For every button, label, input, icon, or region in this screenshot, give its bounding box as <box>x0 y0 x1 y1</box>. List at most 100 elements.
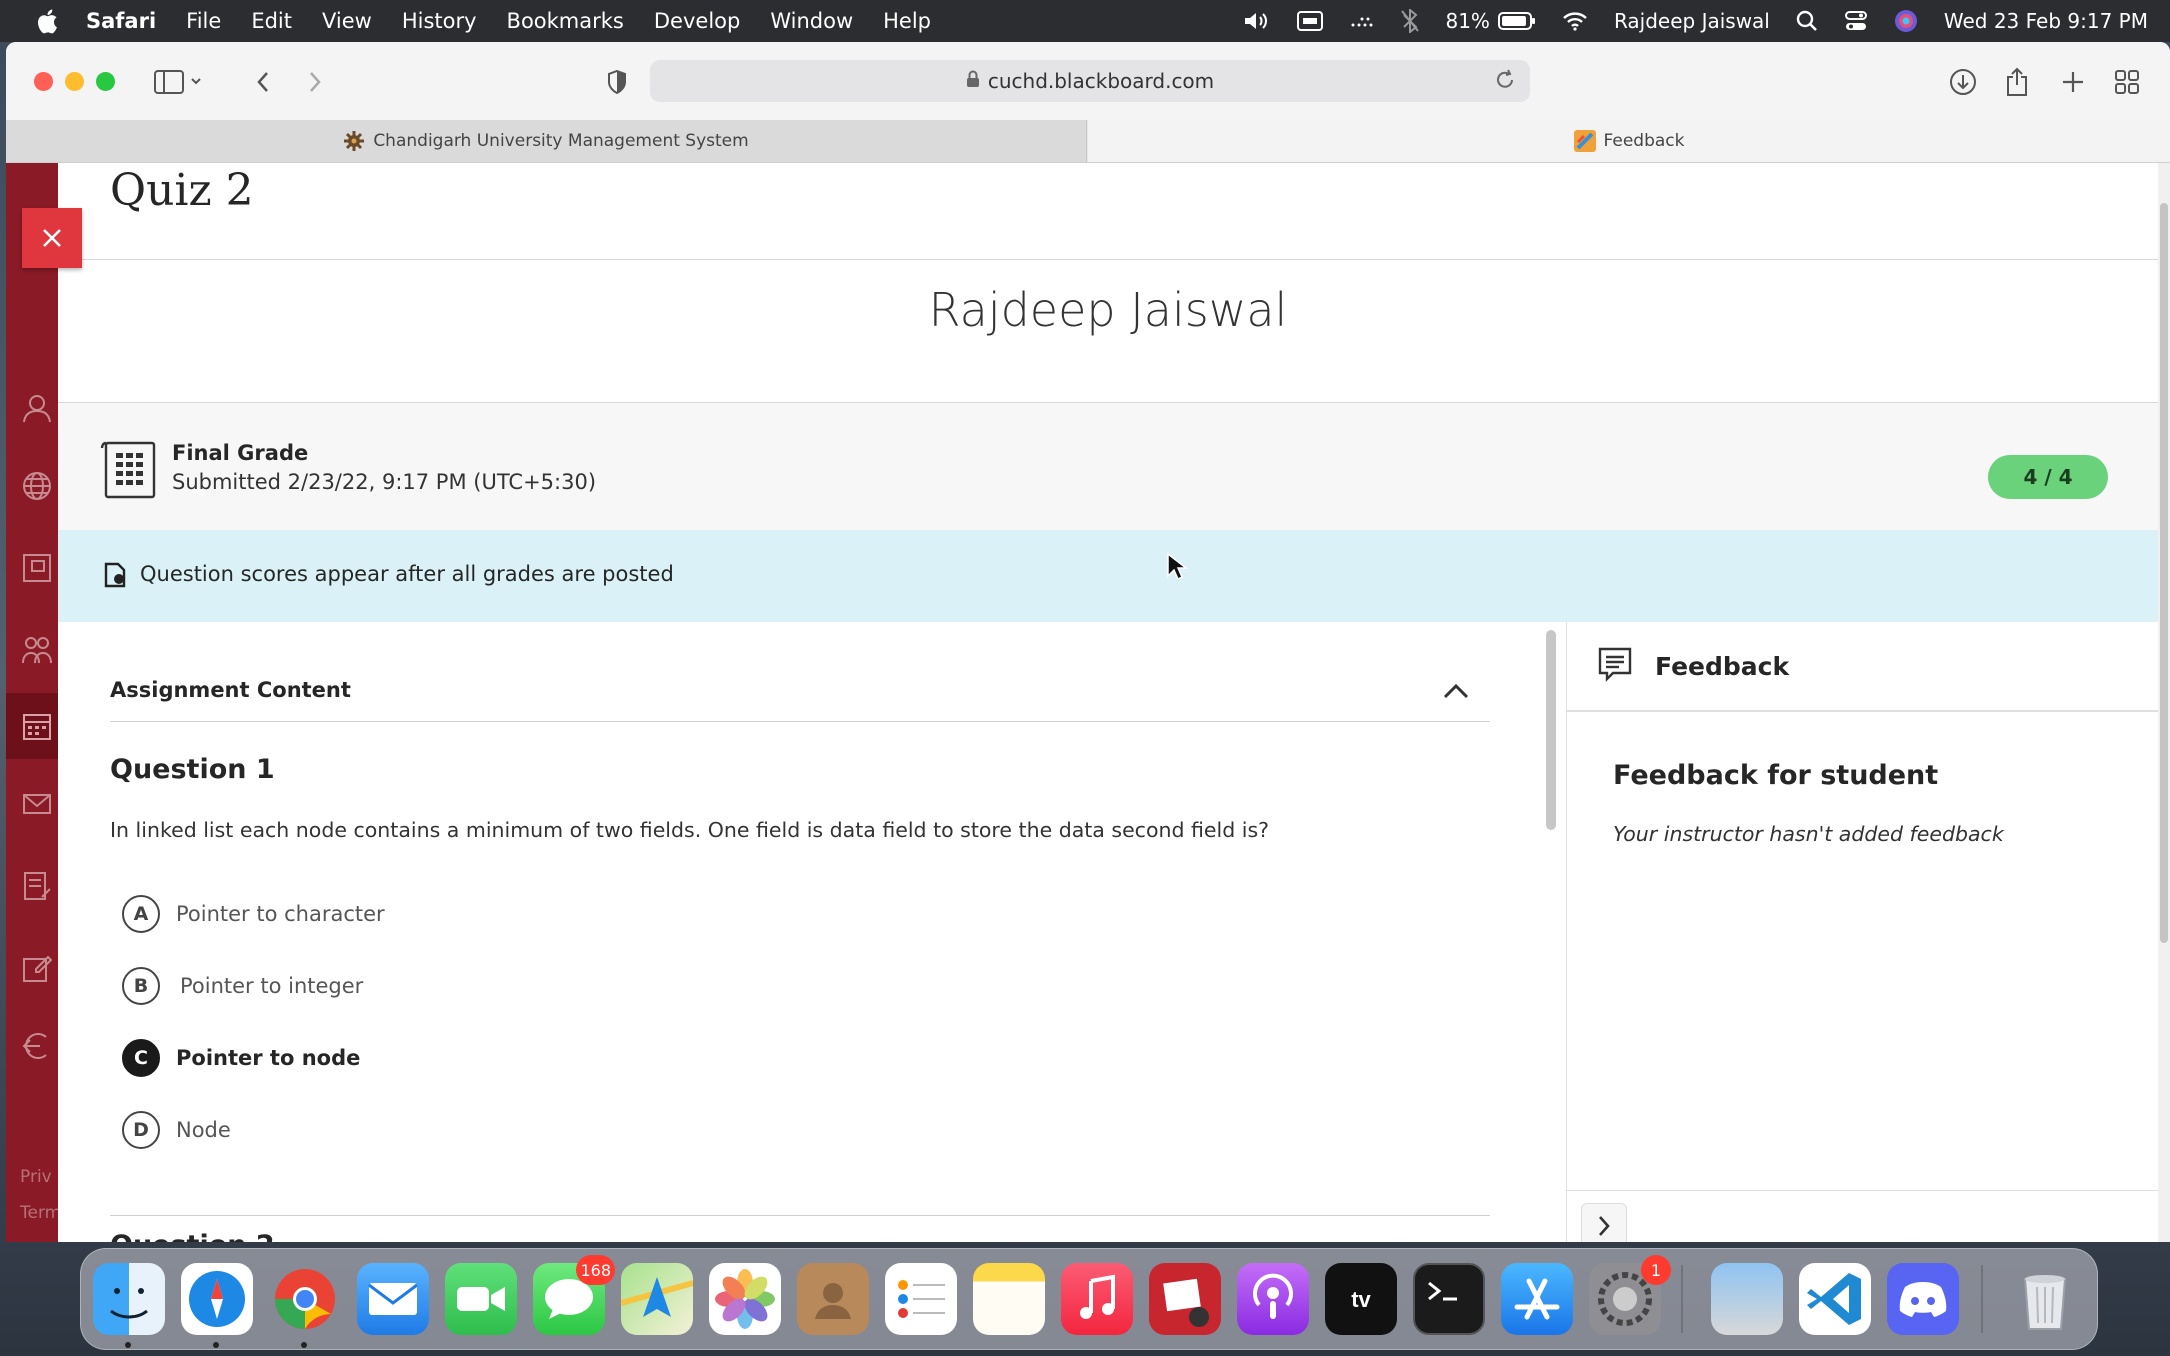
scrollbar-thumb[interactable] <box>2160 203 2168 943</box>
wifi-icon[interactable] <box>1562 11 1588 31</box>
blackboard-icon <box>1573 130 1596 152</box>
menu-edit[interactable]: Edit <box>251 9 292 33</box>
final-grade-row: Final Grade Submitted 2/23/22, 9:17 PM (… <box>58 403 2158 530</box>
contacts-icon[interactable] <box>797 1263 869 1335</box>
assessment-panel: Quiz 2 Rajdeep Jaiswal Final Grade Submi… <box>58 163 2159 1242</box>
menu-help[interactable]: Help <box>883 9 931 33</box>
page-content: Priv Term Quiz 2 Rajdeep Jaiswal Final G… <box>6 163 2170 1242</box>
sign-out-icon[interactable] <box>20 1029 54 1063</box>
grades-icon[interactable] <box>20 869 54 903</box>
tab-overview-icon[interactable] <box>2110 64 2144 100</box>
keyboard-layout-icon[interactable] <box>1349 11 1375 31</box>
preview-icon[interactable] <box>1711 1263 1783 1335</box>
terms-link[interactable]: Term <box>20 1203 61 1223</box>
dock: 168 tv 1 <box>80 1248 2098 1350</box>
battery-percent: 81% <box>1445 9 1490 33</box>
running-indicator <box>301 1342 307 1348</box>
messages-icon[interactable] <box>20 787 54 821</box>
profile-icon[interactable] <box>20 391 54 425</box>
tab-chandigarh-university[interactable]: Chandigarh University Management System <box>6 120 1087 162</box>
feedback-footer <box>1567 1190 2159 1242</box>
menu-file[interactable]: File <box>186 9 221 33</box>
feedback-empty-text: Your instructor hasn't added feedback <box>1613 822 2004 846</box>
chrome-icon[interactable] <box>269 1263 341 1348</box>
messages-badge: 168 <box>576 1255 615 1285</box>
address-bar[interactable]: cuchd.blackboard.com <box>650 60 1530 102</box>
menu-user-name[interactable]: Rajdeep Jaiswal <box>1614 9 1770 33</box>
control-center-icon[interactable] <box>1844 10 1868 32</box>
tab-label: Feedback <box>1603 131 1685 151</box>
system-preferences-icon[interactable]: 1 <box>1589 1255 1671 1335</box>
chevron-right-icon[interactable] <box>1581 1203 1627 1242</box>
minimize-window-button[interactable] <box>65 72 84 91</box>
grade-score-pill[interactable]: 4 / 4 <box>1988 455 2108 499</box>
messages-icon[interactable]: 168 <box>533 1255 615 1335</box>
apple-menu-icon[interactable] <box>34 8 60 34</box>
spotlight-search-icon[interactable] <box>1796 10 1818 32</box>
settings-badge: 1 <box>1641 1255 1671 1285</box>
maps-icon[interactable] <box>620 1263 694 1335</box>
menu-history[interactable]: History <box>402 9 477 33</box>
notes-icon[interactable] <box>973 1263 1045 1335</box>
privacy-shield-icon[interactable] <box>600 64 634 100</box>
back-button[interactable] <box>246 64 280 100</box>
close-panel-button[interactable] <box>22 208 82 268</box>
answer-option-c-selected: C Pointer to node <box>122 1036 360 1080</box>
vscode-icon[interactable] <box>1799 1263 1871 1335</box>
share-icon[interactable] <box>2000 64 2034 100</box>
globe-icon[interactable] <box>20 469 54 503</box>
menu-develop[interactable]: Develop <box>654 9 740 33</box>
tab-feedback[interactable]: Feedback <box>1088 120 2170 162</box>
reload-icon[interactable] <box>1494 68 1516 97</box>
battery-icon[interactable] <box>1497 11 1536 31</box>
forward-button[interactable] <box>298 64 332 100</box>
zoom-window-button[interactable] <box>96 72 115 91</box>
university-gear-icon <box>343 130 365 152</box>
section-title: Assignment Content <box>110 678 351 702</box>
page-scrollbar[interactable] <box>2158 163 2170 1242</box>
trash-icon[interactable] <box>2009 1263 2081 1335</box>
collapse-chevron-up-icon[interactable] <box>1442 682 1470 704</box>
finder-icon[interactable] <box>93 1263 165 1348</box>
courses-icon[interactable] <box>20 551 54 585</box>
groups-icon[interactable] <box>20 633 54 667</box>
close-window-button[interactable] <box>34 72 53 91</box>
menu-bookmarks[interactable]: Bookmarks <box>507 9 624 33</box>
safari-icon[interactable] <box>181 1263 253 1348</box>
photo-booth-icon[interactable] <box>1149 1263 1221 1335</box>
privacy-link[interactable]: Priv <box>20 1167 52 1187</box>
notice-text: Question scores appear after all grades … <box>140 562 674 586</box>
answer-option-a: A Pointer to character <box>122 892 385 936</box>
app-store-icon[interactable] <box>1501 1263 1573 1335</box>
apple-tv-icon[interactable]: tv <box>1325 1263 1397 1335</box>
sidebar-toggle-button[interactable] <box>150 64 210 100</box>
tools-edit-icon[interactable] <box>20 951 54 985</box>
downloads-icon[interactable] <box>1946 64 1980 100</box>
new-tab-icon[interactable] <box>2056 64 2090 100</box>
discord-icon[interactable] <box>1887 1263 1959 1335</box>
status-area: 81% Rajdeep Jaiswal Wed 23 Feb 9:17 PM <box>1243 0 2148 42</box>
bluetooth-icon[interactable] <box>1401 9 1420 33</box>
final-grade-label: Final Grade <box>172 441 309 465</box>
option-text: Node <box>176 1118 231 1142</box>
calendar-icon[interactable] <box>20 709 54 743</box>
feedback-heading: Feedback <box>1655 652 1790 681</box>
tab-bar: Chandigarh University Management System … <box>6 120 2170 163</box>
menu-window[interactable]: Window <box>770 9 853 33</box>
volume-icon[interactable] <box>1243 10 1271 32</box>
menu-view[interactable]: View <box>322 9 372 33</box>
reminders-icon[interactable] <box>885 1263 957 1335</box>
mail-icon[interactable] <box>357 1263 429 1335</box>
content-scrollbar[interactable] <box>1546 630 1556 830</box>
facetime-icon[interactable] <box>445 1263 517 1335</box>
menu-app-name[interactable]: Safari <box>86 9 156 33</box>
podcasts-icon[interactable] <box>1237 1263 1309 1335</box>
section-divider <box>110 721 1490 722</box>
siri-icon[interactable] <box>1894 9 1918 33</box>
terminal-icon[interactable] <box>1413 1263 1485 1335</box>
dock-separator <box>1681 1265 1683 1333</box>
music-icon[interactable] <box>1061 1263 1133 1335</box>
display-icon[interactable] <box>1297 11 1324 31</box>
menu-clock[interactable]: Wed 23 Feb 9:17 PM <box>1944 9 2148 33</box>
photos-icon[interactable] <box>709 1263 781 1335</box>
